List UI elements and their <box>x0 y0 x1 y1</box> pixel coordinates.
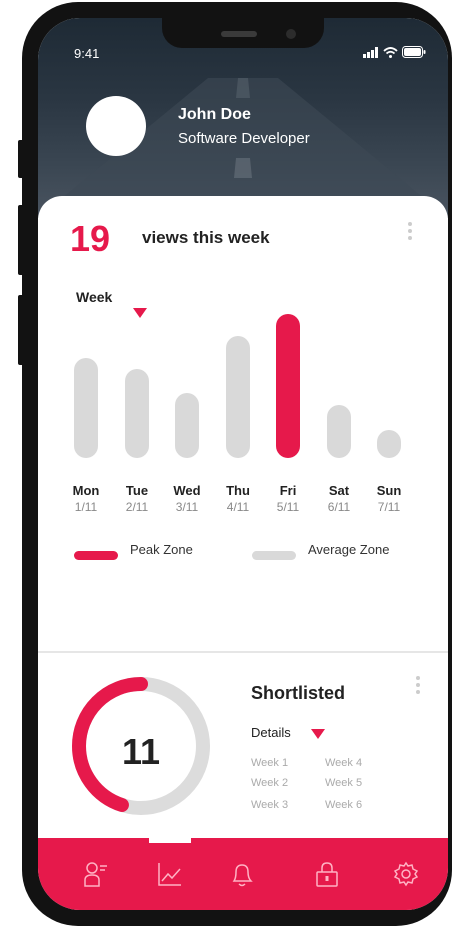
battery-icon <box>402 46 426 58</box>
bell-icon[interactable] <box>228 860 256 888</box>
profile-name: John Doe <box>178 106 251 123</box>
week-item[interactable]: Week 3 <box>251 799 288 811</box>
date-label: 2/11 <box>125 500 149 514</box>
bar-mon[interactable] <box>74 358 98 458</box>
legend-peak-label: Peak Zone <box>130 542 193 557</box>
details-dropdown-icon[interactable] <box>311 729 325 739</box>
day-label: Mon <box>72 483 100 498</box>
date-label: 1/11 <box>74 500 98 514</box>
day-label: Tue <box>125 483 149 498</box>
avatar[interactable] <box>86 96 146 156</box>
date-label: 5/11 <box>276 500 300 514</box>
week-item[interactable]: Week 2 <box>251 777 288 789</box>
mute-switch <box>18 140 24 178</box>
speaker <box>221 31 257 37</box>
chart-icon[interactable] <box>156 860 184 888</box>
bar-thu[interactable] <box>226 336 250 458</box>
peak-zone-swatch <box>74 551 118 560</box>
week-item[interactable]: Week 6 <box>325 799 362 811</box>
lock-icon[interactable] <box>313 860 341 888</box>
bar-fri[interactable] <box>276 314 300 458</box>
volume-down-button <box>18 295 24 365</box>
date-label: 7/11 <box>377 500 401 514</box>
wifi-icon <box>383 46 398 58</box>
date-label: 3/11 <box>175 500 199 514</box>
shortlisted-menu-icon[interactable] <box>416 676 420 697</box>
details-selector-label[interactable]: Details <box>251 725 291 740</box>
status-time: 9:41 <box>74 46 100 61</box>
day-label: Thu <box>226 483 250 498</box>
bar-tue[interactable] <box>125 369 149 458</box>
bar-chart <box>74 296 414 458</box>
legend-average-label: Average Zone <box>308 542 390 557</box>
date-label: 4/11 <box>226 500 250 514</box>
day-label: Fri <box>279 483 297 498</box>
week-item[interactable]: Week 1 <box>251 757 288 769</box>
gear-icon[interactable] <box>392 860 420 888</box>
signal-icon <box>363 46 378 58</box>
day-label: Sat <box>328 483 350 498</box>
date-label: 6/11 <box>327 500 351 514</box>
views-count: 19 <box>70 218 111 259</box>
day-label: Wed <box>173 483 201 498</box>
bar-wed[interactable] <box>175 393 199 458</box>
shortlisted-count: 11 <box>121 731 161 772</box>
section-divider <box>38 651 448 653</box>
views-menu-icon[interactable] <box>408 222 412 243</box>
active-tab-indicator <box>149 838 191 843</box>
stats-card: 19 views this week Week Peak Zone Averag… <box>38 196 448 836</box>
volume-up-button <box>18 205 24 275</box>
user-list-icon[interactable] <box>82 860 110 888</box>
front-camera <box>286 29 296 39</box>
week-item[interactable]: Week 5 <box>325 777 362 789</box>
views-label: views this week <box>142 228 270 247</box>
week-item[interactable]: Week 4 <box>325 757 362 769</box>
status-icons <box>363 46 426 58</box>
bar-sat[interactable] <box>327 405 351 458</box>
screen: 9:41 John Doe Software Developer 19 view… <box>38 18 448 910</box>
shortlisted-title: Shortlisted <box>251 683 346 703</box>
day-label: Sun <box>376 483 402 498</box>
average-zone-swatch <box>252 551 296 560</box>
bar-sun[interactable] <box>377 430 401 458</box>
profile-role: Software Developer <box>178 130 310 147</box>
